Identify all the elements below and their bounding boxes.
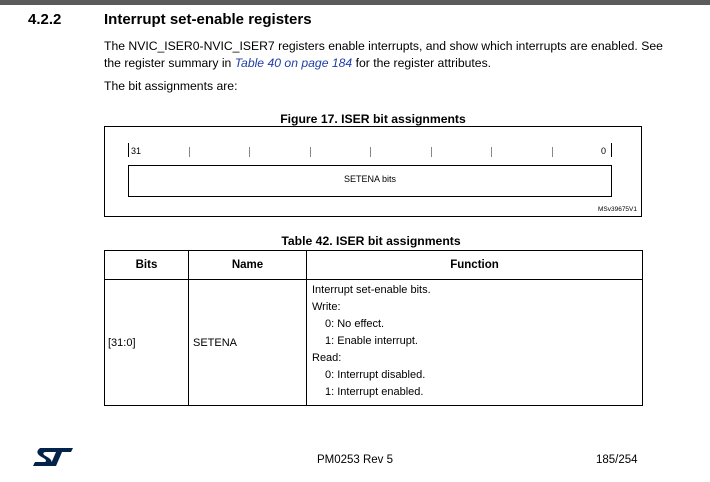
footer-doc-id-text: PM0253 Rev 5 (316, 454, 394, 466)
table-caption: Table 42. ISER bit assignments (0, 234, 710, 248)
tick-mark (370, 147, 371, 157)
function-line: Write: (312, 301, 341, 313)
header-name: Name (188, 250, 307, 280)
tick-mark (189, 147, 190, 157)
table-row: [31:0] SETENA Interrupt set-enable bits.… (104, 279, 643, 406)
bit-0-label: 0 (601, 146, 607, 156)
function-line: 1: Enable interrupt. (325, 335, 418, 347)
function-line: 0: Interrupt disabled. (325, 369, 426, 381)
cell-function: Interrupt set-enable bits. Write: 0: No … (306, 279, 643, 406)
header-bits: Bits (104, 250, 189, 280)
register-field: SETENA bits (128, 165, 612, 197)
function-line: 0: No effect. (325, 318, 385, 330)
figure-box: 31 0 SETENA bits MSv39675V1 (104, 126, 642, 217)
figure-ref-code: MSv39675V1 (597, 206, 637, 213)
tick-mark (431, 147, 432, 157)
figure-caption-text: Figure 17. ISER bit assignments (280, 112, 466, 126)
tick-mark (310, 147, 311, 157)
bit-assignments-intro: The bit assignments are: (104, 79, 238, 93)
tick-mark (249, 147, 250, 157)
table-header-row: Bits Name Function (104, 250, 643, 280)
table-40-link[interactable]: Table 40 on page 184 (235, 56, 352, 70)
figure-caption: Figure 17. ISER bit assignments (0, 112, 710, 126)
cell-name: SETENA (188, 279, 307, 406)
function-line: Interrupt set-enable bits. (312, 284, 431, 296)
section-title: Interrupt set-enable registers (104, 11, 312, 28)
top-bar (0, 0, 710, 5)
tick-mark (128, 143, 129, 157)
setena-field-label: SETENA bits (343, 174, 397, 184)
intro-text-2: for the register attributes. (352, 55, 492, 70)
function-line: 1: Interrupt enabled. (325, 386, 424, 398)
section-number: 4.2.2 (28, 11, 62, 28)
table-caption-text: Table 42. ISER bit assignments (281, 234, 461, 248)
tick-mark (491, 147, 492, 157)
tick-mark (611, 143, 612, 157)
iser-bit-table: Bits Name Function [31:0] SETENA Interru… (104, 250, 643, 406)
header-function: Function (306, 250, 643, 280)
cell-bits: [31:0] (104, 279, 189, 406)
tick-mark (552, 147, 553, 157)
footer-page-number: 185/254 (596, 454, 638, 466)
intro-paragraph: The NVIC_ISER0-NVIC_ISER7 registers enab… (104, 38, 664, 71)
bit-31-label: 31 (131, 146, 142, 156)
function-line: Read: (312, 352, 342, 364)
